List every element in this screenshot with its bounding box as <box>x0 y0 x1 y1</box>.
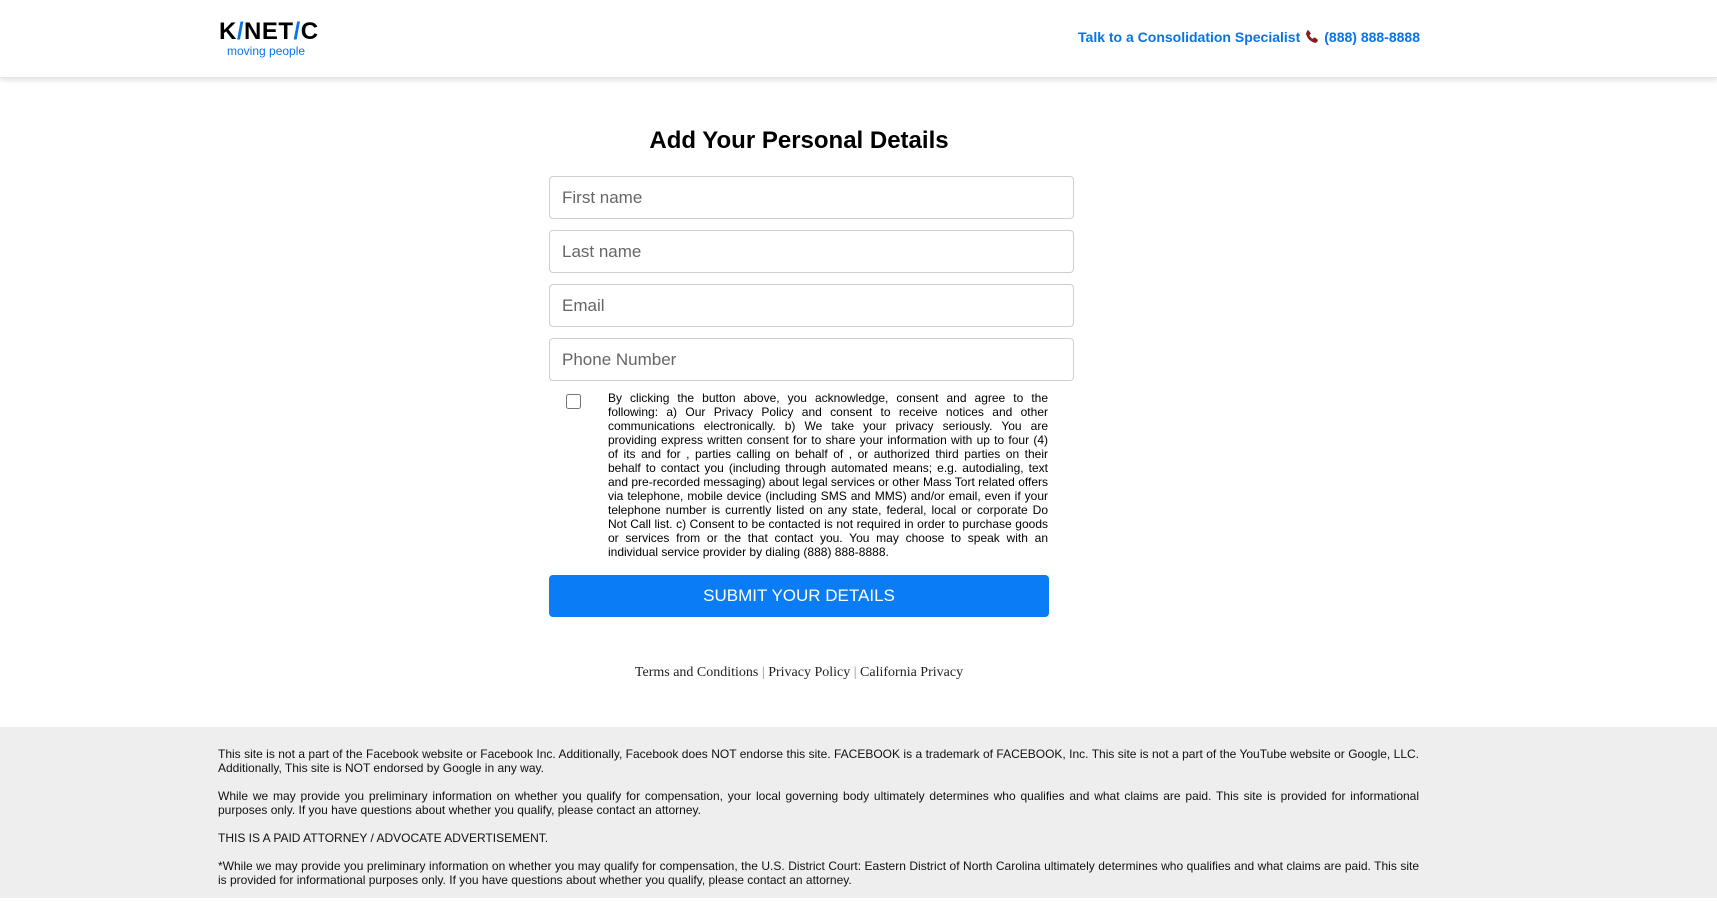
form-title: Add Your Personal Details <box>649 127 949 154</box>
advertisement-notice: THIS IS A PAID ATTORNEY / ADVOCATE ADVER… <box>218 831 549 845</box>
consent-text: By clicking the button above, you acknow… <box>608 391 1048 559</box>
phone-number-input[interactable] <box>549 338 1074 381</box>
footer-disclaimers: This site is not a part of the Facebook … <box>218 747 1419 901</box>
submit-details-button[interactable]: SUBMIT YOUR DETAILS <box>549 575 1049 617</box>
legal-links: Terms and Conditions | Privacy Policy | … <box>0 665 1598 681</box>
last-name-input[interactable] <box>549 230 1074 273</box>
header-contact[interactable]: Talk to a Consolidation Specialist (888)… <box>1078 29 1420 45</box>
first-name-input[interactable] <box>549 176 1074 219</box>
terms-link[interactable]: Terms and Conditions <box>635 665 758 680</box>
consent-checkbox[interactable] <box>566 394 581 409</box>
privacy-policy-link[interactable]: Privacy Policy <box>768 665 850 680</box>
facebook-disclaimer: This site is not a part of the Facebook … <box>218 747 1419 775</box>
court-disclaimer: *While we may provide you preliminary in… <box>218 859 1419 887</box>
compensation-disclaimer: While we may provide you preliminary inf… <box>218 789 1419 817</box>
consent-block: By clicking the button above, you acknow… <box>549 391 1049 561</box>
link-separator: | <box>853 665 857 680</box>
california-privacy-link[interactable]: California Privacy <box>860 665 963 680</box>
kinetic-logo[interactable]: K/NET/C moving people <box>219 19 329 59</box>
logo-tagline: moving people <box>227 44 306 58</box>
form-section: Add Your Personal Details By clicking th… <box>0 77 1717 727</box>
contact-phone-link[interactable]: (888) 888-8888 <box>1324 29 1420 45</box>
email-input[interactable] <box>549 284 1074 327</box>
phone-icon <box>1304 29 1320 45</box>
contact-label: Talk to a Consolidation Specialist <box>1078 29 1301 45</box>
link-separator: | <box>761 665 765 680</box>
site-footer: This site is not a part of the Facebook … <box>0 727 1717 898</box>
site-header: K/NET/C moving people Talk to a Consolid… <box>0 0 1717 78</box>
logo-wordmark: K/NET/C <box>219 18 319 45</box>
